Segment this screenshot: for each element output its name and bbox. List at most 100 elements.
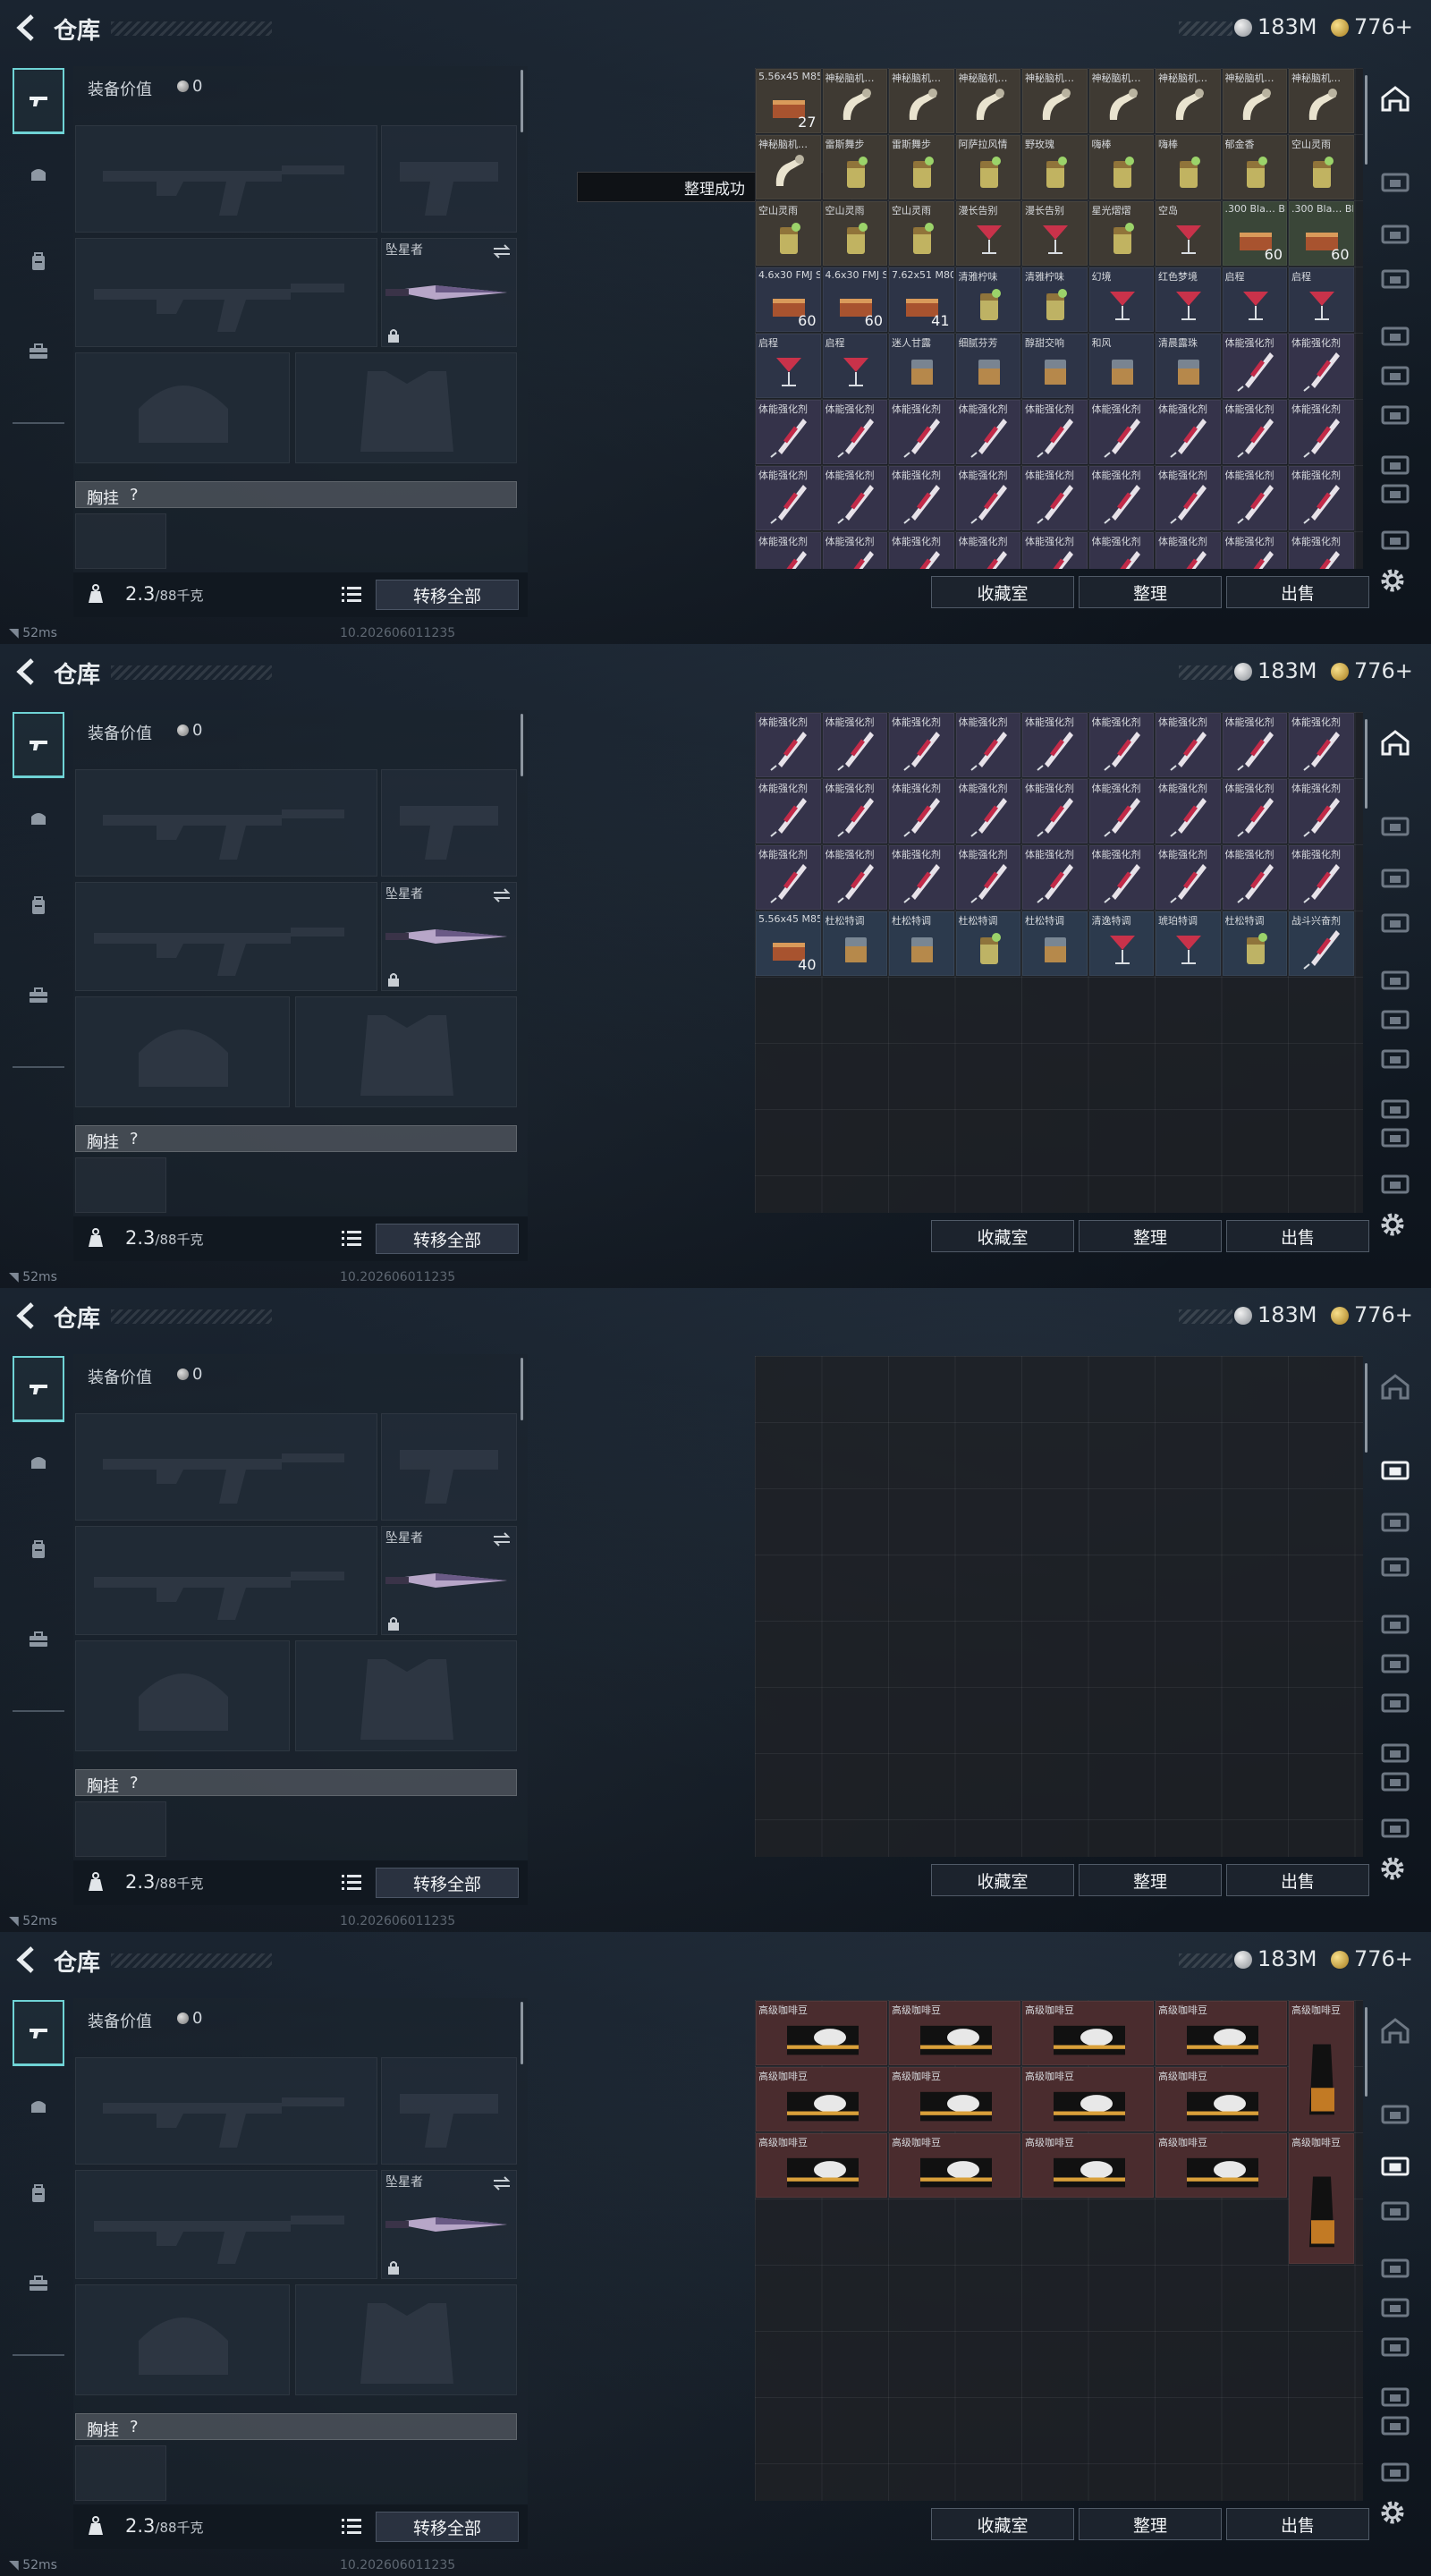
nav-backpack[interactable] (13, 2161, 64, 2227)
warehouse-tab-4[interactable] (1372, 1546, 1418, 1585)
list-icon[interactable] (340, 2515, 363, 2537)
grid-item[interactable]: 红色梦境 (1156, 267, 1221, 332)
grid-item[interactable]: 空岛 (1156, 201, 1221, 266)
grid-item[interactable]: 神秘脑机… (822, 69, 887, 133)
grid-item[interactable]: 清晨露珠 (1156, 334, 1221, 398)
warehouse-tab-2[interactable] (1372, 161, 1418, 200)
grid-item[interactable]: 体能强化剂 (1156, 713, 1221, 777)
sell-button[interactable]: 出售 (1226, 1864, 1369, 1896)
pistol-slot[interactable] (381, 2057, 517, 2165)
warehouse-tab-10[interactable] (1372, 2451, 1418, 2490)
grid-scrollbar[interactable] (1365, 1363, 1367, 1453)
grid-item[interactable]: 高级咖啡豆 (1156, 2133, 1287, 2198)
sell-button[interactable]: 出售 (1226, 2508, 1369, 2540)
grid-item[interactable]: 体能强化剂 (1156, 466, 1221, 530)
warehouse-tab-6[interactable] (1372, 354, 1418, 394)
grid-item[interactable]: 迷人甘露 (889, 334, 954, 398)
chest-rig-help-icon[interactable]: ? (130, 2418, 139, 2436)
grid-item[interactable]: 体能强化剂 (1088, 532, 1154, 569)
helmet-slot[interactable] (75, 996, 290, 1107)
sell-button[interactable]: 出售 (1226, 576, 1369, 608)
grid-item[interactable]: 漫长告别 (1022, 201, 1088, 266)
gold-currency[interactable]: 776+ (1331, 658, 1413, 683)
grid-item[interactable]: 体能强化剂 (1156, 532, 1221, 569)
helmet-slot[interactable] (75, 2284, 290, 2395)
chest-rig-help-icon[interactable]: ? (130, 1774, 139, 1792)
warehouse-grid[interactable]: 高级咖啡豆 高级咖啡豆 高级咖啡豆 高级咖啡豆 高级咖啡豆 高级咖啡豆 高级咖啡豆 高级咖啡豆… (755, 2000, 1363, 2501)
warehouse-tab-5[interactable] (1372, 1603, 1418, 1642)
grid-item[interactable]: 清雅柠味 (1022, 267, 1088, 332)
nav-armor[interactable] (13, 785, 64, 852)
chest-rig-slot[interactable] (75, 513, 166, 569)
settings-button[interactable] (1379, 1855, 1406, 1882)
warehouse-tab-9[interactable] (1372, 1760, 1418, 1800)
grid-item[interactable]: 7.62x51 M80 41 (889, 267, 954, 332)
chest-rig-slot[interactable] (75, 1157, 166, 1213)
settings-button[interactable] (1379, 2499, 1406, 2526)
nav-case[interactable] (13, 962, 64, 1029)
silver-currency[interactable]: 183M (1234, 1302, 1317, 1327)
grid-item[interactable]: 体能强化剂 (1088, 779, 1154, 843)
grid-item[interactable]: 高级咖啡豆 (889, 2001, 1020, 2065)
warehouse-tab-9[interactable] (1372, 472, 1418, 512)
armor-slot[interactable] (295, 1640, 517, 1751)
grid-item[interactable]: 高级咖啡豆 (1022, 2067, 1154, 2131)
grid-item[interactable]: 启程 (822, 334, 887, 398)
nav-backpack[interactable] (13, 873, 64, 939)
grid-item[interactable]: 高级咖啡豆 (756, 2133, 887, 2198)
grid-item[interactable]: 体能强化剂 (1289, 400, 1354, 464)
pistol-slot[interactable] (381, 769, 517, 877)
warehouse-tab-2[interactable] (1372, 1449, 1418, 1488)
grid-item[interactable]: 体能强化剂 (889, 400, 954, 464)
grid-item[interactable]: 体能强化剂 (1022, 400, 1088, 464)
equipment-scrollbar[interactable] (521, 714, 523, 776)
warehouse-tab-10[interactable] (1372, 1807, 1418, 1846)
primary-weapon-slot[interactable] (75, 769, 377, 877)
grid-item[interactable]: 体能强化剂 (889, 779, 954, 843)
grid-item[interactable]: 体能强化剂 (1222, 334, 1287, 398)
chest-rig-slot[interactable] (75, 1801, 166, 1857)
warehouse-tab-5[interactable] (1372, 959, 1418, 998)
warehouse-tab-1[interactable] (1372, 1367, 1418, 1406)
gold-currency[interactable]: 776+ (1331, 1302, 1413, 1327)
nav-backpack[interactable] (13, 229, 64, 295)
sort-button[interactable]: 整理 (1079, 1220, 1222, 1252)
grid-item[interactable]: 高级咖啡豆 (1022, 2001, 1154, 2065)
warehouse-grid[interactable] (755, 1356, 1363, 1857)
grid-item[interactable]: 体能强化剂 (889, 713, 954, 777)
warehouse-tab-6[interactable] (1372, 998, 1418, 1038)
pistol-slot[interactable] (381, 1413, 517, 1521)
grid-item[interactable]: 神秘脑机… (1156, 69, 1221, 133)
warehouse-tab-3[interactable] (1372, 2145, 1418, 2184)
armor-slot[interactable] (295, 352, 517, 463)
grid-item[interactable]: 幻境 (1088, 267, 1154, 332)
grid-item[interactable]: 体能强化剂 (889, 532, 954, 569)
transfer-all-button[interactable]: 转移全部 (376, 580, 519, 610)
equipment-scrollbar[interactable] (521, 2002, 523, 2064)
chest-rig-help-icon[interactable]: ? (130, 486, 139, 504)
warehouse-tab-6[interactable] (1372, 1642, 1418, 1682)
grid-item[interactable]: 体能强化剂 (955, 713, 1020, 777)
grid-item[interactable]: 体能强化剂 (756, 532, 821, 569)
warehouse-tab-4[interactable] (1372, 258, 1418, 297)
helmet-slot[interactable] (75, 352, 290, 463)
nav-case[interactable] (13, 318, 64, 385)
warehouse-tab-2[interactable] (1372, 805, 1418, 844)
warehouse-tab-10[interactable] (1372, 1163, 1418, 1202)
grid-item[interactable]: 体能强化剂 (1222, 845, 1287, 910)
grid-item[interactable]: 高级咖啡豆 (1289, 2133, 1354, 2264)
grid-item[interactable]: 体能强化剂 (1156, 779, 1221, 843)
grid-item[interactable]: 体能强化剂 (955, 466, 1020, 530)
nav-armor[interactable] (13, 141, 64, 208)
grid-item[interactable]: 杜松特调 (889, 911, 954, 976)
grid-item[interactable]: 体能强化剂 (1289, 532, 1354, 569)
chest-rig-help-icon[interactable]: ? (130, 1130, 139, 1148)
grid-item[interactable]: 高级咖啡豆 (889, 2133, 1020, 2198)
nav-armor[interactable] (13, 2073, 64, 2140)
silver-currency[interactable]: 183M (1234, 658, 1317, 683)
grid-item[interactable]: 体能强化剂 (1222, 713, 1287, 777)
grid-item[interactable]: 体能强化剂 (756, 400, 821, 464)
grid-item[interactable]: 体能强化剂 (822, 779, 887, 843)
equipment-scrollbar[interactable] (521, 1358, 523, 1420)
grid-item[interactable]: 体能强化剂 (756, 779, 821, 843)
